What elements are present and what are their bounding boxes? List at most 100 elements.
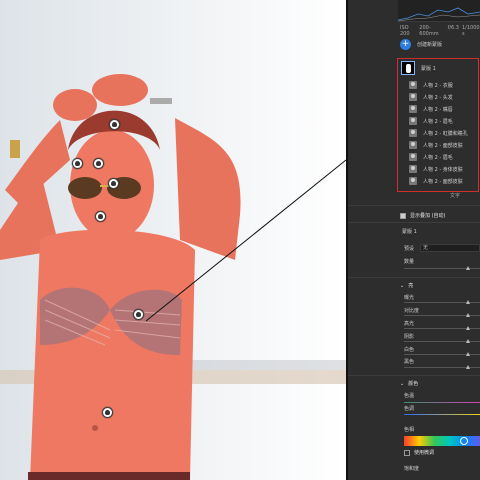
person-icon	[409, 153, 417, 161]
sub-mask-item[interactable]: 人物 2 - 衣服	[409, 81, 453, 89]
histogram-graph	[397, 7, 480, 22]
hue-knob[interactable]	[460, 437, 468, 445]
sub-mask-item[interactable]: 人物 2 - 虹膜和瞳孔	[409, 129, 468, 137]
sub-mask-item[interactable]: 人物 2 - 面部皮肤	[409, 141, 463, 149]
preset-select[interactable]: 无	[420, 244, 480, 252]
sub-mask-label: 人物 2 - 身体皮肤	[423, 166, 463, 173]
shadows-label: 阴影	[404, 334, 415, 340]
temp-slider[interactable]	[404, 402, 480, 403]
contrast-label: 对比度	[404, 308, 420, 314]
fine-adjust-label: 使用微调	[414, 450, 435, 456]
panel-divider	[346, 0, 348, 480]
person-icon	[409, 177, 417, 185]
fine-adjust-checkbox[interactable]	[404, 449, 410, 456]
sub-mask-item[interactable]: 人物 2 - 面部皮肤	[409, 177, 463, 185]
temp-label: 色温	[404, 393, 415, 399]
sub-mask-label: 人物 2 - 眉毛	[423, 154, 453, 161]
mask-thumbnail	[401, 61, 415, 75]
preset-label: 预设	[404, 246, 415, 252]
slider-knob[interactable]	[466, 266, 470, 270]
sub-mask-item[interactable]: 人物 2 - 头发	[409, 93, 453, 101]
slider-knob[interactable]	[466, 326, 470, 330]
show-overlay-label: 显示叠加 (自动)	[410, 213, 446, 219]
photo-image	[0, 0, 346, 480]
color-section-title: 颜色	[408, 381, 419, 387]
histogram	[397, 0, 480, 22]
slider-knob[interactable]	[466, 300, 470, 304]
sub-mask-label: 人物 2 - 虹膜和瞳孔	[423, 130, 468, 137]
chevron-down-icon: ⌄	[400, 380, 405, 387]
person-icon	[409, 141, 417, 149]
divider	[348, 222, 480, 223]
slider-knob[interactable]	[466, 365, 470, 369]
color-section-header[interactable]: ⌄ 颜色	[400, 380, 419, 388]
slider-knob[interactable]	[466, 352, 470, 356]
shadows-slider[interactable]	[404, 339, 480, 343]
slider-knob[interactable]	[466, 313, 470, 317]
exposure-label: 曝光	[404, 295, 415, 301]
mask-pin-icon[interactable]	[93, 158, 104, 169]
mask-pin-icon[interactable]	[109, 119, 120, 130]
blacks-label: 黑色	[404, 359, 415, 365]
person-icon	[409, 93, 417, 101]
divider	[348, 205, 480, 206]
focal-value: 200-600mm	[419, 25, 439, 37]
divider	[348, 375, 480, 376]
whites-label: 白色	[404, 347, 415, 353]
preset-value: 无	[423, 245, 429, 251]
amount-label: 数量	[404, 259, 415, 265]
tint-label: 色调	[404, 406, 415, 412]
sub-mask-label: 人物 2 - 眉毛	[423, 118, 453, 125]
person-icon	[409, 129, 417, 137]
overlay-checkbox[interactable]	[400, 212, 406, 219]
shutter-value: 1/1000 s	[462, 25, 480, 37]
mask-title: 蒙版 1	[402, 229, 417, 235]
exposure-slider[interactable]	[404, 300, 480, 304]
person-icon	[409, 165, 417, 173]
create-new-mask-label: 创建新蒙版	[417, 42, 443, 48]
hue-slider[interactable]	[404, 436, 480, 446]
plus-icon: +	[400, 39, 411, 50]
aperture-value: f/6.3	[447, 25, 459, 31]
sub-mask-item[interactable]: 人物 2 - 身体皮肤	[409, 165, 463, 173]
person-icon	[409, 117, 417, 125]
show-overlay-toggle[interactable]: 显示叠加 (自动)	[400, 212, 446, 219]
sub-mask-item[interactable]: 人物 2 - 眉毛	[409, 153, 453, 161]
highlights-label: 高光	[404, 321, 415, 327]
light-section-title: 亮	[408, 283, 414, 289]
person-icon	[409, 105, 417, 113]
blacks-slider[interactable]	[404, 365, 480, 369]
mask-pin-icon[interactable]	[108, 178, 119, 189]
sub-mask-label: 人物 2 - 衣服	[423, 82, 453, 89]
tint-slider[interactable]	[404, 414, 480, 415]
saturation-label: 饱和度	[404, 466, 420, 472]
mask-pin-icon[interactable]	[102, 407, 113, 418]
sub-mask-label: 人物 2 - 嘴唇	[423, 106, 453, 113]
mask-pin-icon[interactable]	[72, 158, 83, 169]
divider	[348, 277, 480, 278]
mask-name: 蒙版 1	[421, 65, 436, 72]
light-section-header[interactable]: ⌄ 亮	[400, 282, 414, 290]
iso-value: ISO 200	[400, 25, 410, 37]
sub-mask-item[interactable]: 人物 2 - 眉毛	[409, 117, 453, 125]
use-fine-adjust-toggle[interactable]: 使用微调	[404, 449, 434, 456]
sub-mask-label: 人物 2 - 头发	[423, 94, 453, 101]
hue-label: 色相	[404, 427, 415, 433]
chevron-down-icon: ⌄	[400, 282, 405, 289]
highlights-slider[interactable]	[404, 326, 480, 330]
camera-info: ISO 200 200-600mm f/6.3 1/1000 s	[400, 25, 480, 37]
sub-mask-item[interactable]: 人物 2 - 嘴唇	[409, 105, 453, 113]
text-tool-button[interactable]: 文字	[450, 192, 460, 199]
slider-knob[interactable]	[466, 339, 470, 343]
mask-item[interactable]: 蒙版 1	[401, 61, 436, 75]
mask-pin-icon[interactable]	[133, 309, 144, 320]
contrast-slider[interactable]	[404, 313, 480, 317]
mask-pin-icon[interactable]	[95, 211, 106, 222]
photo-canvas[interactable]	[0, 0, 346, 480]
sub-mask-label: 人物 2 - 面部皮肤	[423, 178, 463, 185]
whites-slider[interactable]	[404, 352, 480, 356]
sub-mask-label: 人物 2 - 面部皮肤	[423, 142, 463, 149]
person-icon	[409, 81, 417, 89]
create-new-mask-button[interactable]: + 创建新蒙版	[400, 39, 442, 50]
amount-slider[interactable]	[404, 266, 480, 270]
